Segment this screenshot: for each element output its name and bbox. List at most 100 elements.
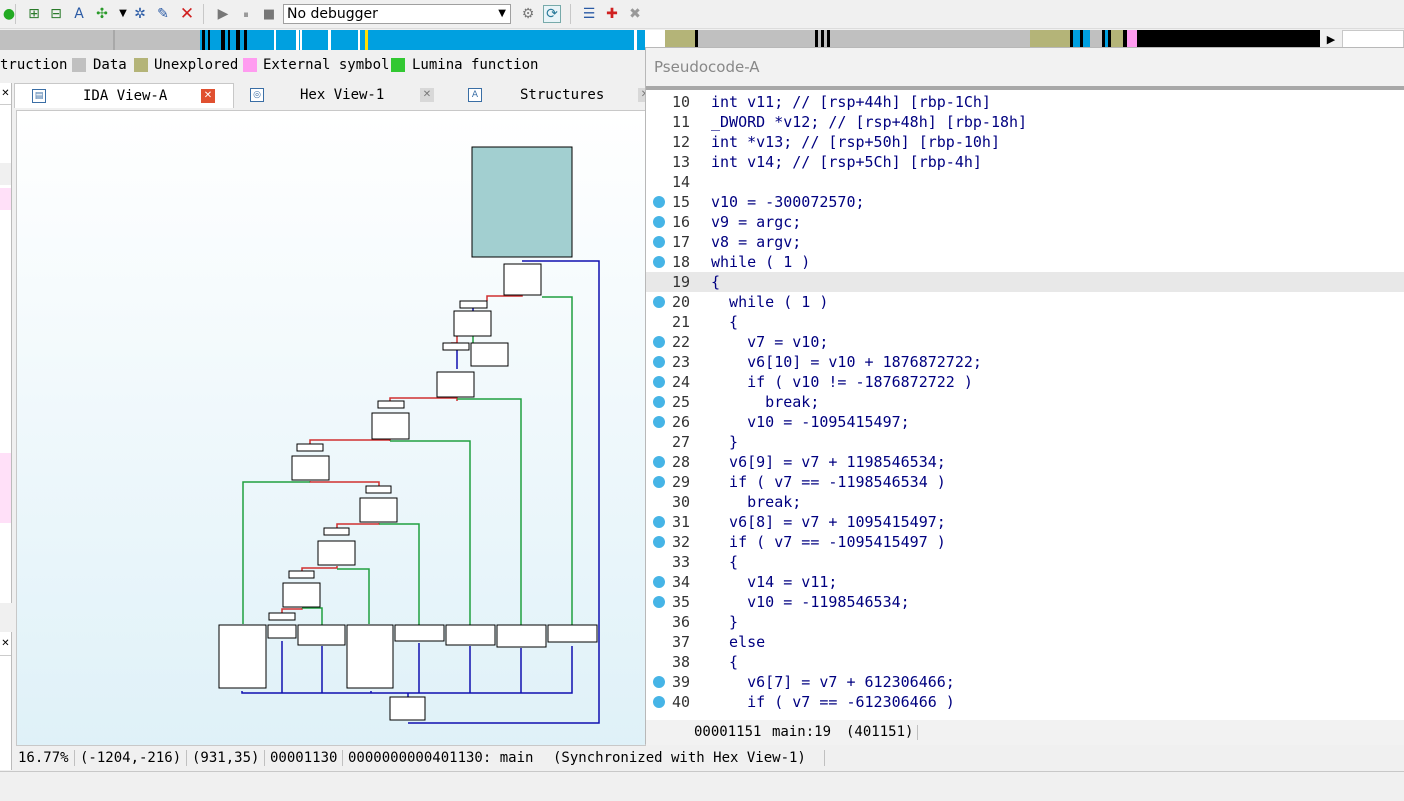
- structures-icon: A: [468, 88, 482, 102]
- close-icon[interactable]: ✕: [0, 83, 11, 105]
- tab-structures[interactable]: A Structures ✕: [454, 83, 654, 108]
- line-number: 21: [671, 313, 690, 331]
- pause-icon[interactable]: ⏸: [237, 5, 255, 23]
- pseudocode-window[interactable]: Pseudocode-A 10 int v11; // [rsp+44h] [rb…: [645, 47, 1404, 745]
- add-enum-icon[interactable]: ✲: [131, 5, 149, 23]
- attach-icon[interactable]: ⚙: [519, 5, 537, 23]
- code-line[interactable]: 25 break;: [646, 392, 1404, 412]
- sync-icon[interactable]: ⟳: [543, 5, 561, 23]
- toolbar-separator: [15, 4, 16, 24]
- remove-breakpoint-icon[interactable]: ✖: [626, 5, 644, 23]
- line-number: 15: [671, 193, 690, 211]
- ida-view-icon: ▤: [32, 89, 46, 103]
- code-text: v9 = argc;: [711, 213, 802, 231]
- code-text: {: [711, 553, 739, 571]
- code-line[interactable]: 19 {: [646, 272, 1404, 292]
- code-line[interactable]: 13 int v14; // [rsp+5Ch] [rbp-4h]: [646, 152, 1404, 172]
- code-line[interactable]: 27 }: [646, 432, 1404, 452]
- edit-icon[interactable]: ✎: [154, 5, 172, 23]
- graph-coords: (931,35): [192, 750, 260, 766]
- code-text: while ( 1 ): [711, 293, 829, 311]
- code-line[interactable]: 31 v6[8] = v7 + 1095415497;: [646, 512, 1404, 532]
- code-line[interactable]: 35 v10 = -1198546534;: [646, 592, 1404, 612]
- code-text: if ( v7 == -1095415497 ): [711, 533, 946, 551]
- add-code-icon[interactable]: ⊞: [25, 5, 43, 23]
- code-line[interactable]: 33 {: [646, 552, 1404, 572]
- list-icon[interactable]: ☰: [580, 5, 598, 23]
- dropdown-icon[interactable]: ▼: [114, 5, 132, 23]
- line-number: 30: [671, 493, 690, 511]
- hex-view-icon: ◎: [250, 88, 264, 102]
- code-text: v14 = v11;: [711, 573, 838, 591]
- code-line[interactable]: 11 _DWORD *v12; // [rsp+48h] [rbp-18h]: [646, 112, 1404, 132]
- control-flow-graph[interactable]: [17, 111, 647, 747]
- code-line[interactable]: 39 v6[7] = v7 + 612306466;: [646, 672, 1404, 692]
- code-line[interactable]: 16 v9 = argc;: [646, 212, 1404, 232]
- close-icon[interactable]: ✕: [420, 88, 434, 102]
- legend-label-data: Data: [93, 57, 127, 73]
- line-number: 31: [671, 513, 690, 531]
- pseudocode-editor[interactable]: 10 int v11; // [rsp+44h] [rbp-1Ch] 11 _DWOR…: [646, 92, 1404, 717]
- code-line[interactable]: 23 v6[10] = v10 + 1876872722;: [646, 352, 1404, 372]
- code-text: int v11; // [rsp+44h] [rbp-1Ch]: [711, 93, 991, 111]
- line-number: 22: [671, 333, 690, 351]
- functions-panel-edge[interactable]: ✕: [0, 83, 12, 603]
- tab-hex-view-1[interactable]: ◎ Hex View-1 ✕: [236, 83, 452, 108]
- code-text: while ( 1 ): [711, 253, 811, 271]
- legend-swatch-data: [72, 58, 86, 72]
- code-line[interactable]: 21 {: [646, 312, 1404, 332]
- tab-ida-view-a[interactable]: ▤ IDA View-A ✕: [14, 83, 234, 108]
- chevron-down-icon[interactable]: ▼: [498, 5, 506, 23]
- tab-label: Structures: [520, 87, 605, 103]
- legend-label-external-symbol: External symbol: [263, 57, 390, 73]
- code-line[interactable]: 40 if ( v7 == -612306466 ): [646, 692, 1404, 712]
- add-string-icon[interactable]: A: [70, 5, 88, 23]
- output-panel-edge[interactable]: ✕: [0, 632, 12, 770]
- code-line[interactable]: 26 v10 = -1095415497;: [646, 412, 1404, 432]
- code-line[interactable]: 24 if ( v10 != -1876872722 ): [646, 372, 1404, 392]
- code-line[interactable]: 28 v6[9] = v7 + 1198546534;: [646, 452, 1404, 472]
- code-text: v6[10] = v10 + 1876872722;: [711, 353, 982, 371]
- code-line[interactable]: 34 v14 = v11;: [646, 572, 1404, 592]
- add-data-icon[interactable]: ⊟: [47, 5, 65, 23]
- code-line[interactable]: 18 while ( 1 ): [646, 252, 1404, 272]
- line-number: 39: [671, 673, 690, 691]
- add-breakpoint-icon[interactable]: ✚: [603, 5, 621, 23]
- code-line[interactable]: 38 {: [646, 652, 1404, 672]
- close-icon[interactable]: ✕: [201, 89, 215, 103]
- code-line[interactable]: 10 int v11; // [rsp+44h] [rbp-1Ch]: [646, 92, 1404, 112]
- code-line[interactable]: 22 v7 = v10;: [646, 332, 1404, 352]
- code-text: v8 = argv;: [711, 233, 802, 251]
- ida-graph-view[interactable]: [16, 110, 646, 746]
- tab-label: IDA View-A: [83, 88, 168, 104]
- main-toolbar: ● ⊞ ⊟ A ✣ ▼ ✲ ✎ ✕ ▶ ⏸ ■ No debugger ▼ ⚙ …: [0, 0, 1404, 29]
- line-number: 29: [671, 473, 690, 491]
- line-number: 37: [671, 633, 690, 651]
- pseudocode-title[interactable]: Pseudocode-A: [646, 48, 1404, 86]
- code-line[interactable]: 32 if ( v7 == -1095415497 ): [646, 532, 1404, 552]
- code-line[interactable]: 36 }: [646, 612, 1404, 632]
- toolbar-separator: [570, 4, 571, 24]
- code-line[interactable]: 17 v8 = argv;: [646, 232, 1404, 252]
- run-icon[interactable]: ▶: [214, 5, 232, 23]
- bottom-bar: [0, 771, 1404, 801]
- stop-icon[interactable]: ■: [260, 5, 278, 23]
- code-line[interactable]: 29 if ( v7 == -1198546534 ): [646, 472, 1404, 492]
- code-text: if ( v7 == -612306466 ): [711, 693, 955, 711]
- code-text: v7 = v10;: [711, 333, 829, 351]
- line-number: 11: [671, 113, 690, 131]
- code-line[interactable]: 20 while ( 1 ): [646, 292, 1404, 312]
- delete-icon[interactable]: ✕: [178, 5, 196, 23]
- graph-edges-blue: [241, 260, 600, 724]
- line-number: 18: [671, 253, 690, 271]
- debugger-select[interactable]: No debugger ▼: [283, 4, 511, 24]
- code-text: v6[9] = v7 + 1198546534;: [711, 453, 946, 471]
- code-line[interactable]: 15 v10 = -300072570;: [646, 192, 1404, 212]
- code-line[interactable]: 37 else: [646, 632, 1404, 652]
- close-icon[interactable]: ✕: [0, 632, 11, 656]
- code-line[interactable]: 12 int *v13; // [rsp+50h] [rbp-10h]: [646, 132, 1404, 152]
- add-struct-icon[interactable]: ✣: [93, 5, 111, 23]
- line-number: 25: [671, 393, 690, 411]
- code-line[interactable]: 14: [646, 172, 1404, 192]
- code-line[interactable]: 30 break;: [646, 492, 1404, 512]
